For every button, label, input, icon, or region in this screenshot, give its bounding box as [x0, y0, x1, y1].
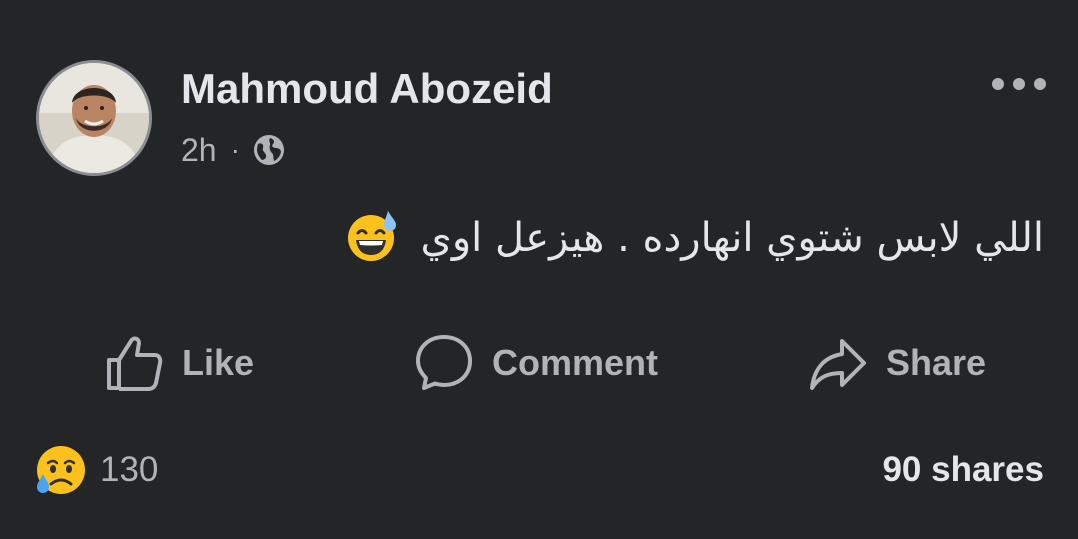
- speech-bubble-icon: [416, 335, 472, 390]
- sweat-smile-emoji-icon: [347, 211, 396, 261]
- post-time[interactable]: 2h: [181, 132, 217, 169]
- share-button[interactable]: Share: [808, 325, 986, 401]
- like-button[interactable]: Like: [104, 325, 254, 401]
- avatar-photo: [39, 63, 149, 173]
- meta-separator: ·: [230, 134, 240, 165]
- avatar[interactable]: [36, 60, 152, 176]
- thumbs-up-icon: [107, 336, 163, 391]
- comment-label: Comment: [492, 342, 659, 383]
- globe-icon[interactable]: [252, 133, 286, 167]
- action-bar: Like Comment Share: [0, 325, 1078, 401]
- reaction-count: 130: [100, 450, 159, 489]
- post-text: اللي لابس شتوي انهارده . هيزعل اوي: [344, 208, 1044, 268]
- post-footer: 130 90 shares: [0, 440, 1078, 500]
- shares-count[interactable]: 90 shares: [882, 446, 1044, 494]
- author-name[interactable]: Mahmoud Abozeid: [181, 64, 553, 114]
- sad-tear-reaction-icon: [37, 446, 85, 494]
- post-card: Mahmoud Abozeid 2h · اللي لابس شتوي انها…: [0, 0, 1078, 539]
- share-arrow-icon: [810, 339, 866, 390]
- like-label: Like: [182, 342, 255, 383]
- more-options-icon[interactable]: [990, 72, 1048, 96]
- reactions-summary[interactable]: 130: [34, 442, 158, 498]
- share-label: Share: [886, 342, 987, 383]
- post-text-body: اللي لابس شتوي انهارده . هيزعل اوي: [420, 215, 1044, 261]
- comment-button[interactable]: Comment: [414, 325, 658, 401]
- post-meta: 2h ·: [181, 128, 286, 172]
